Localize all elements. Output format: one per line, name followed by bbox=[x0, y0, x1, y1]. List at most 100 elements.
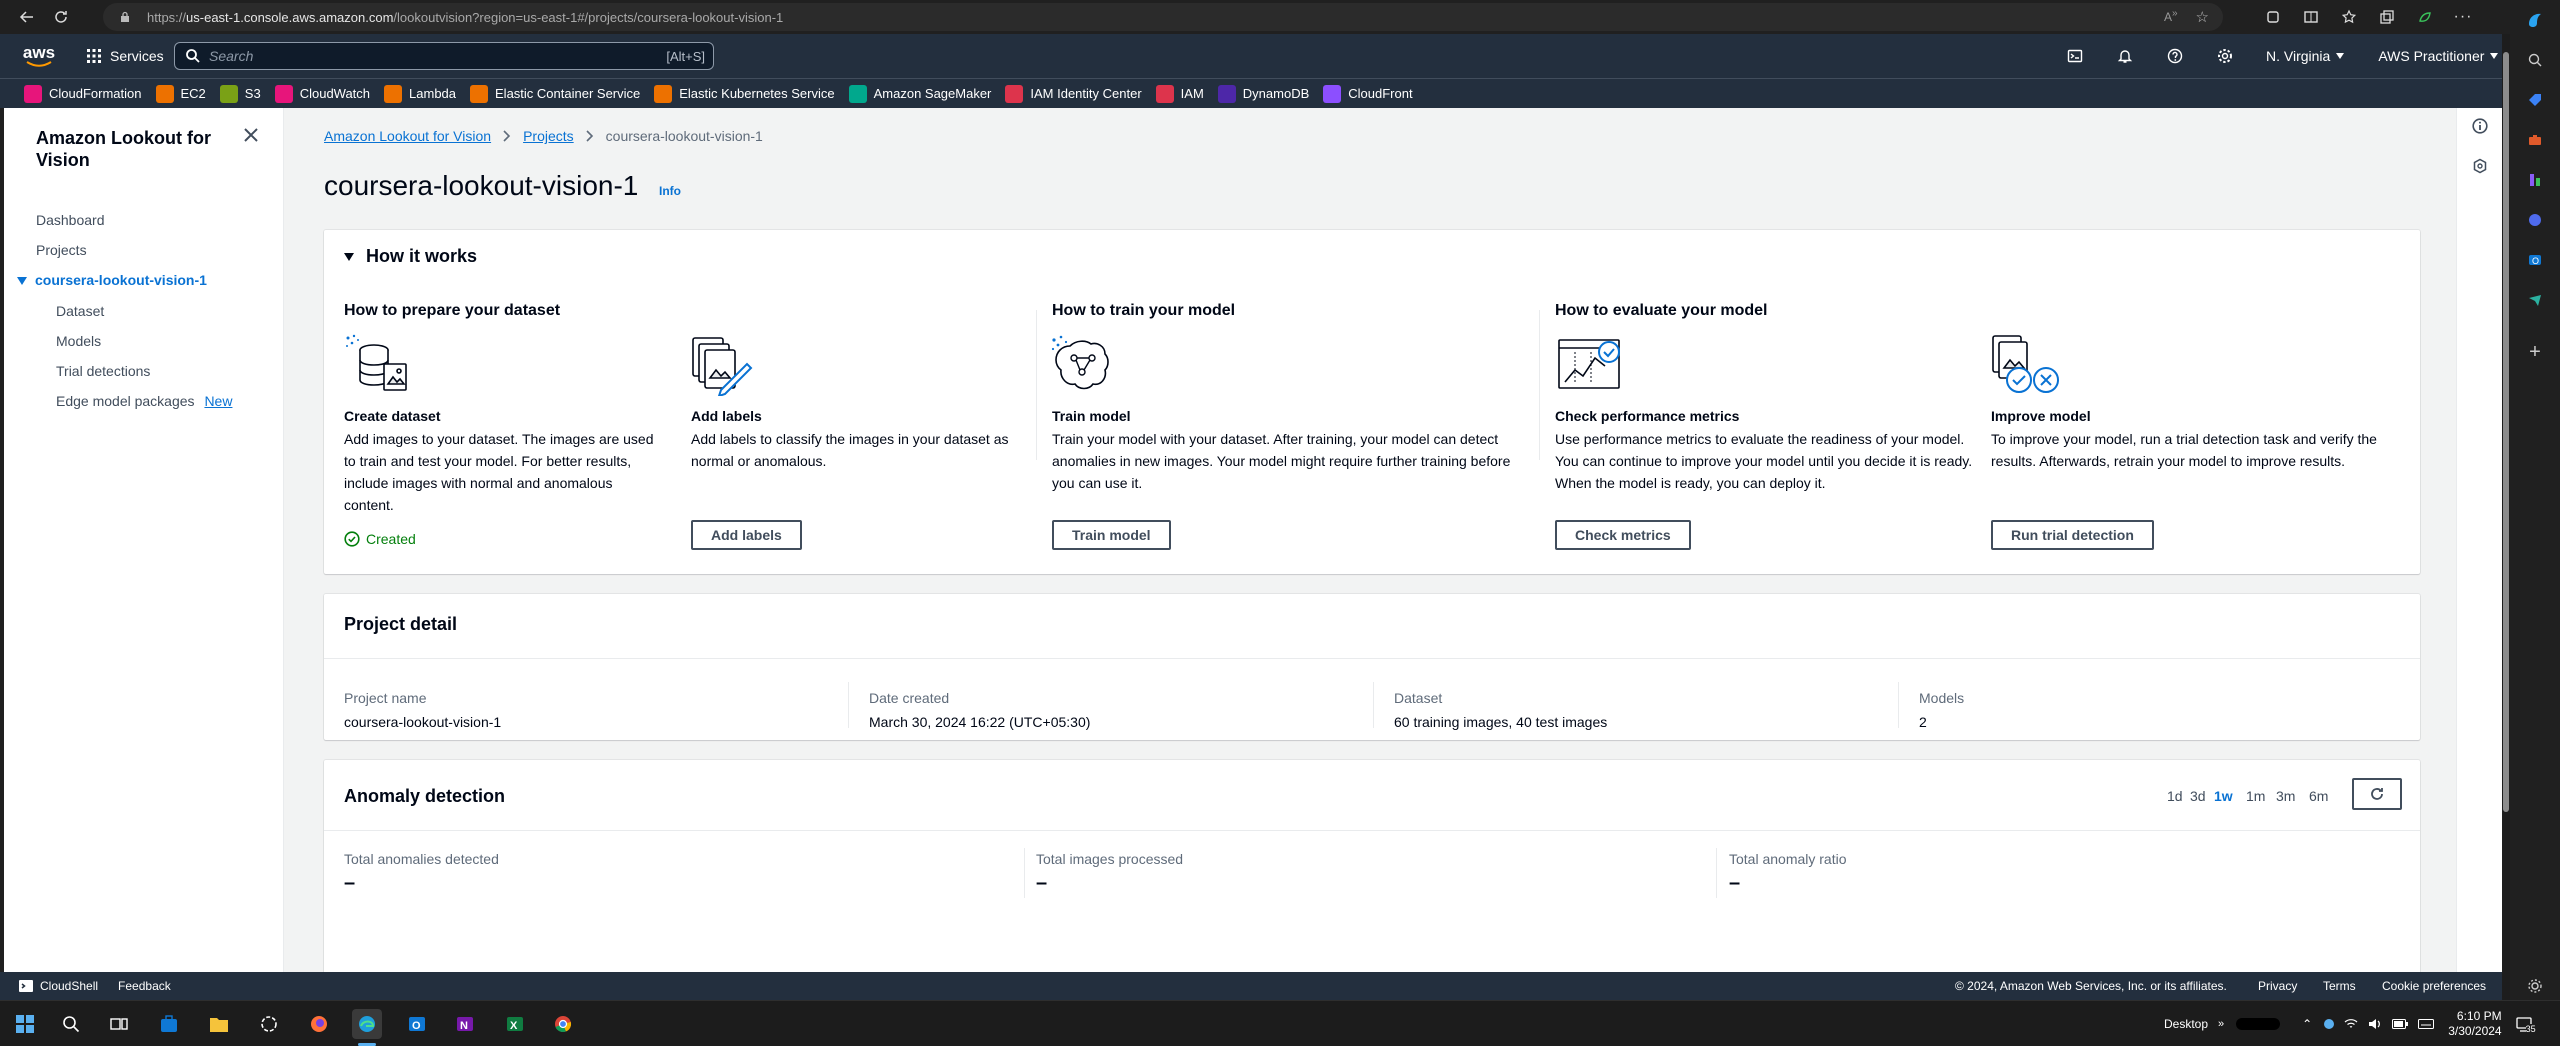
cloudshell-footer-button[interactable]: CloudShell bbox=[18, 978, 98, 994]
favorite-amazon-sagemaker[interactable]: Amazon SageMaker bbox=[848, 84, 991, 103]
edge-browser-icon[interactable] bbox=[352, 1009, 382, 1039]
chatgpt-icon[interactable] bbox=[254, 1009, 284, 1039]
run-trial-detection-button[interactable]: Run trial detection bbox=[1991, 520, 2154, 550]
range-6m[interactable]: 6m bbox=[2309, 788, 2328, 804]
network-icon[interactable] bbox=[2344, 1018, 2358, 1030]
add-labels-button[interactable]: Add labels bbox=[691, 520, 802, 550]
cookie-preferences-link[interactable]: Cookie preferences bbox=[2382, 979, 2486, 993]
volume-icon[interactable] bbox=[2368, 1018, 2382, 1030]
desktop-label[interactable]: Desktop bbox=[2164, 1017, 2208, 1031]
nav-models[interactable]: Models bbox=[56, 333, 101, 349]
lock-icon[interactable] bbox=[119, 11, 131, 23]
extensions-icon[interactable] bbox=[2256, 0, 2290, 34]
info-link[interactable]: Info bbox=[659, 184, 681, 198]
feedback-link[interactable]: Feedback bbox=[118, 979, 171, 993]
nav-project-coursera[interactable]: coursera-lookout-vision-1 bbox=[35, 272, 207, 288]
caret-expanded-icon[interactable] bbox=[17, 277, 27, 285]
nav-dataset[interactable]: Dataset bbox=[56, 303, 104, 319]
m365-icon[interactable] bbox=[2510, 200, 2560, 240]
sidebar-search-icon[interactable] bbox=[2510, 40, 2560, 80]
aws-logo[interactable]: aws bbox=[20, 41, 58, 71]
info-panel-icon[interactable] bbox=[2472, 118, 2488, 134]
excel-icon[interactable]: X bbox=[500, 1009, 530, 1039]
page-scrollbar[interactable] bbox=[2502, 34, 2510, 1000]
windows-start-icon[interactable] bbox=[10, 1009, 40, 1039]
favorite-star-icon[interactable]: ☆ bbox=[2196, 8, 2209, 26]
account-menu[interactable]: AWS Practitioner bbox=[2378, 48, 2499, 64]
region-selector[interactable]: N. Virginia bbox=[2266, 48, 2345, 64]
cloudshell-icon[interactable] bbox=[2050, 34, 2100, 78]
favorites-icon[interactable] bbox=[2332, 0, 2366, 34]
settings-icon[interactable] bbox=[2200, 34, 2250, 78]
console-search[interactable]: Search [Alt+S] bbox=[174, 42, 714, 70]
favorite-elastic-kubernetes-service[interactable]: Elastic Kubernetes Service bbox=[654, 84, 835, 103]
how-it-works-toggle[interactable]: How it works bbox=[344, 246, 477, 267]
range-3d[interactable]: 3d bbox=[2190, 788, 2206, 804]
send-icon[interactable] bbox=[2510, 280, 2560, 320]
nav-trial-detections[interactable]: Trial detections bbox=[56, 363, 150, 379]
chevron-icon[interactable]: » bbox=[2218, 1018, 2224, 1030]
breadcrumb-projects[interactable]: Projects bbox=[523, 128, 574, 144]
more-menu-icon[interactable]: ··· bbox=[2446, 0, 2480, 34]
favorite-iam-identity-center[interactable]: IAM Identity Center bbox=[1005, 84, 1142, 103]
onenote-icon[interactable]: N bbox=[450, 1009, 480, 1039]
keyboard-icon[interactable] bbox=[2418, 1019, 2435, 1029]
favorite-lambda[interactable]: Lambda bbox=[384, 84, 456, 103]
close-icon[interactable] bbox=[244, 128, 258, 142]
train-model-button[interactable]: Train model bbox=[1052, 520, 1171, 550]
onedrive-icon[interactable] bbox=[2324, 1019, 2335, 1029]
outlook-icon[interactable]: O bbox=[2510, 240, 2560, 280]
tools-icon[interactable] bbox=[2510, 120, 2560, 160]
firefox-icon[interactable] bbox=[304, 1009, 334, 1039]
range-1m[interactable]: 1m bbox=[2246, 788, 2265, 804]
notification-center-icon[interactable]: 35 bbox=[2515, 1016, 2536, 1034]
favorite-elastic-container-service[interactable]: Elastic Container Service bbox=[470, 84, 640, 103]
games-icon[interactable] bbox=[2510, 160, 2560, 200]
back-button[interactable] bbox=[10, 0, 44, 34]
clock[interactable]: 6:10 PM 3/30/2024 bbox=[2448, 1009, 2501, 1039]
address-bar[interactable]: https://us-east-1.console.aws.amazon.com… bbox=[103, 3, 2223, 31]
breadcrumb-root[interactable]: Amazon Lookout for Vision bbox=[324, 128, 491, 144]
favorite-iam[interactable]: IAM bbox=[1155, 84, 1204, 103]
add-icon[interactable]: + bbox=[2510, 332, 2560, 372]
favorite-s3[interactable]: S3 bbox=[219, 84, 261, 103]
browser-essentials-icon[interactable] bbox=[2408, 0, 2442, 34]
favorite-ec2[interactable]: EC2 bbox=[155, 84, 206, 103]
nav-edge-model-packages[interactable]: Edge model packages New bbox=[56, 393, 232, 409]
collections-icon[interactable] bbox=[2370, 0, 2404, 34]
favorite-cloudwatch[interactable]: CloudWatch bbox=[274, 84, 370, 103]
split-screen-icon[interactable] bbox=[2294, 0, 2328, 34]
favorite-cloudformation[interactable]: CloudFormation bbox=[24, 84, 142, 103]
chrome-icon[interactable] bbox=[548, 1009, 578, 1039]
microsoft-store-icon[interactable] bbox=[154, 1009, 184, 1039]
check-metrics-button[interactable]: Check metrics bbox=[1555, 520, 1691, 550]
url-text: https://us-east-1.console.aws.amazon.com… bbox=[147, 10, 783, 25]
tag-icon[interactable] bbox=[2510, 80, 2560, 120]
sidenav-title[interactable]: Amazon Lookout for Vision bbox=[36, 127, 236, 171]
outlook-taskbar-icon[interactable]: O bbox=[402, 1009, 432, 1039]
help-icon[interactable] bbox=[2150, 34, 2200, 78]
scrollbar-thumb[interactable] bbox=[2503, 52, 2509, 812]
nav-dashboard[interactable]: Dashboard bbox=[36, 212, 105, 228]
favorite-dynamodb[interactable]: DynamoDB bbox=[1217, 84, 1309, 103]
tray-expand-icon[interactable]: ⌃ bbox=[2302, 1017, 2312, 1031]
file-explorer-icon[interactable] bbox=[204, 1009, 234, 1039]
nav-projects[interactable]: Projects bbox=[36, 242, 87, 258]
terms-link[interactable]: Terms bbox=[2323, 979, 2356, 993]
privacy-link[interactable]: Privacy bbox=[2258, 979, 2297, 993]
range-1d[interactable]: 1d bbox=[2167, 788, 2183, 804]
notifications-bell-icon[interactable] bbox=[2100, 34, 2150, 78]
copilot-icon[interactable] bbox=[2510, 0, 2560, 40]
services-menu[interactable]: Services bbox=[86, 48, 164, 64]
taskbar-search-icon[interactable] bbox=[56, 1009, 86, 1039]
range-3m[interactable]: 3m bbox=[2276, 788, 2295, 804]
favorite-cloudfront[interactable]: CloudFront bbox=[1323, 84, 1413, 103]
range-1w[interactable]: 1w bbox=[2214, 788, 2233, 804]
read-aloud-icon[interactable]: A» bbox=[2164, 8, 2178, 26]
refresh-page-button[interactable] bbox=[44, 0, 78, 34]
task-view-icon[interactable] bbox=[104, 1009, 134, 1039]
battery-icon[interactable] bbox=[2392, 1019, 2409, 1029]
refresh-button[interactable] bbox=[2352, 778, 2402, 810]
tutorial-icon[interactable] bbox=[2472, 158, 2488, 174]
media-widget[interactable] bbox=[2236, 1018, 2281, 1030]
